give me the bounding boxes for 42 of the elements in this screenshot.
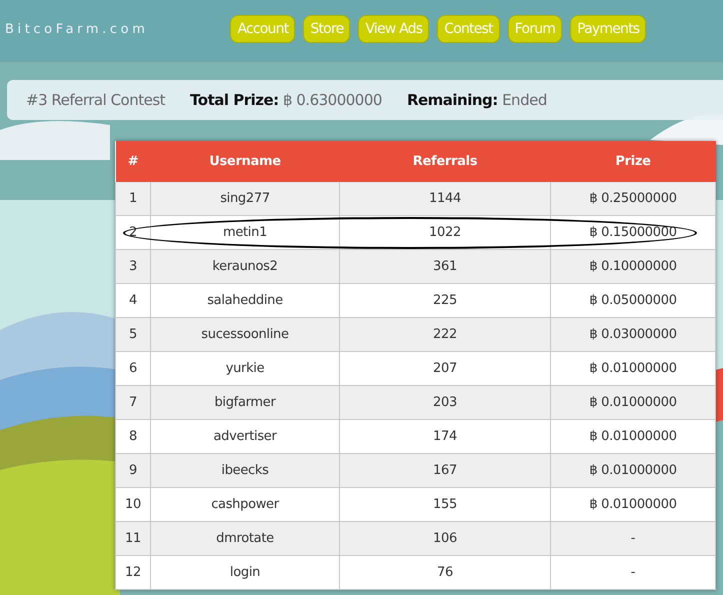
nav-button[interactable]: Store <box>303 15 350 43</box>
table-cell: 222 <box>340 318 550 352</box>
table-cell: ฿ 0.10000000 <box>550 250 716 284</box>
table-cell: 9 <box>116 454 150 488</box>
nav-button[interactable]: Contest <box>437 15 500 43</box>
table-cell: 3 <box>116 250 150 284</box>
table-cell: - <box>550 556 716 590</box>
table-cell: - <box>550 522 716 556</box>
table-cell: 76 <box>340 556 550 590</box>
table-cell: 361 <box>340 250 550 284</box>
table-cell: sing277 <box>150 182 340 216</box>
site-logo[interactable]: BitcoFarm.com <box>5 22 148 36</box>
table-cell: bigfarmer <box>150 386 340 420</box>
table-cell: ฿ 0.01000000 <box>550 386 716 420</box>
table-cell: ฿ 0.25000000 <box>550 182 716 216</box>
nav-button[interactable]: Account <box>230 15 296 43</box>
table-cell: 203 <box>340 386 550 420</box>
nav-button[interactable]: Payments <box>570 15 646 43</box>
table-cell: sucessoonline <box>150 318 340 352</box>
table-cell: 7 <box>116 386 150 420</box>
column-header: Referrals <box>340 141 550 182</box>
total-prize: Total Prize: ฿ 0.63000000 <box>190 91 382 109</box>
table-cell: 1 <box>116 182 150 216</box>
table-cell: 1144 <box>340 182 550 216</box>
table-cell: 106 <box>340 522 550 556</box>
column-header: # <box>116 141 150 182</box>
nav-button[interactable]: Forum <box>508 15 562 43</box>
table-cell: dmrotate <box>150 522 340 556</box>
table-cell: 11 <box>116 522 150 556</box>
column-header: Username <box>150 141 340 182</box>
table-cell: ibeecks <box>150 454 340 488</box>
nav-button[interactable]: View Ads <box>358 15 430 43</box>
table-cell: ฿ 0.01000000 <box>550 454 716 488</box>
table-cell: 12 <box>116 556 150 590</box>
table-cell: keraunos2 <box>150 250 340 284</box>
table-cell: 167 <box>340 454 550 488</box>
table-cell: 5 <box>116 318 150 352</box>
remaining-status: Remaining: Ended <box>406 91 547 109</box>
contest-title: #3 Referral Contest <box>26 91 166 109</box>
table-cell: login <box>150 556 340 590</box>
table-cell: ฿ 0.03000000 <box>550 318 716 352</box>
column-header: Prize <box>550 141 716 182</box>
